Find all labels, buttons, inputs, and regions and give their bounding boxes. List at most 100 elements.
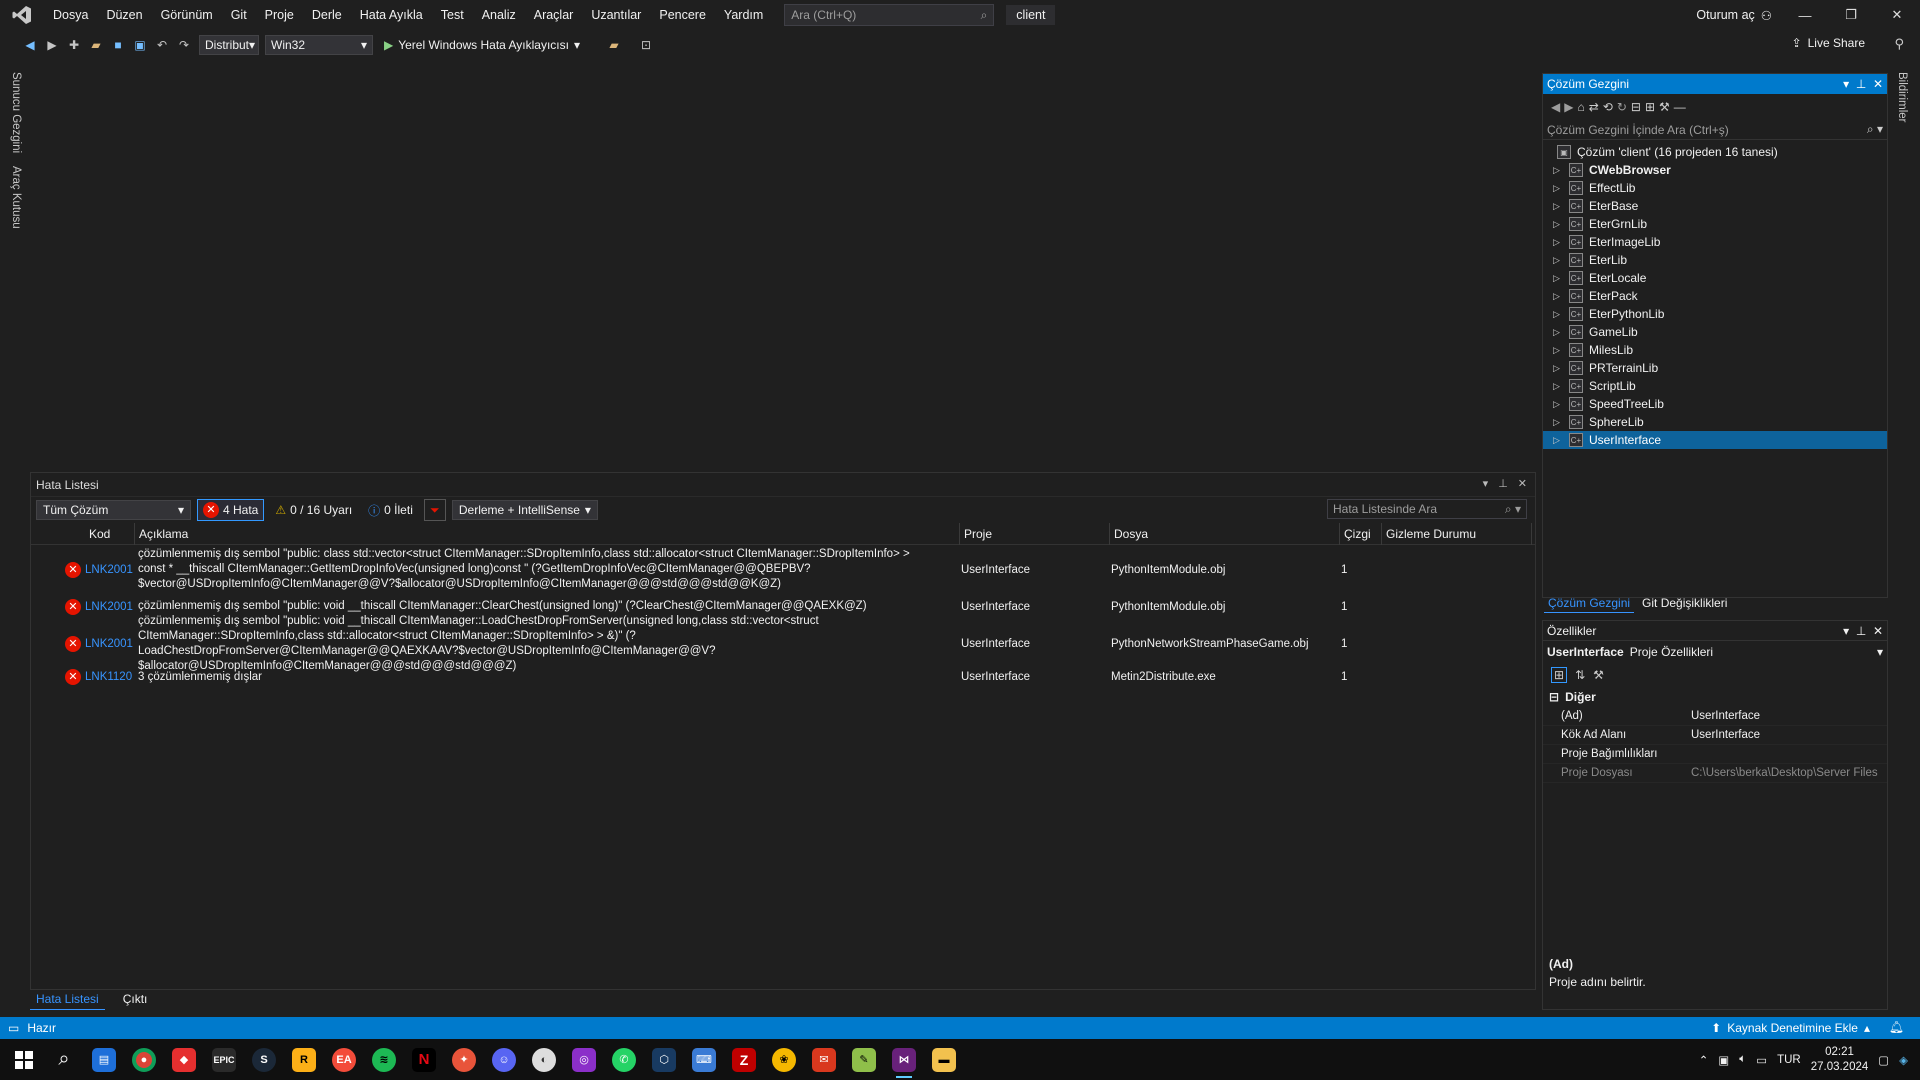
network-icon[interactable]: ▭	[1756, 1053, 1767, 1067]
column-header-suppression[interactable]: Gizleme Durumu	[1382, 522, 1532, 545]
tree-item-project[interactable]: ▷ C+ UserInterface	[1543, 431, 1887, 449]
switch-views-icon[interactable]: ⇄	[1589, 100, 1599, 114]
error-code-link[interactable]: LNK2001	[85, 601, 135, 613]
language-indicator[interactable]: TUR	[1777, 1054, 1801, 1066]
column-header-code[interactable]: Kod	[85, 522, 135, 545]
virtualbox-icon[interactable]: ⬡	[644, 1039, 684, 1080]
tab-error-list[interactable]: Hata Listesi	[30, 990, 105, 1010]
error-code-link[interactable]: LNK2001	[85, 638, 135, 650]
redo-icon[interactable]: ↷	[174, 35, 194, 55]
scope-dropdown[interactable]: Tüm Çözüm ▾	[36, 500, 191, 520]
expand-arrow-icon[interactable]: ▷	[1553, 237, 1569, 248]
menu-item[interactable]: Yardım	[715, 0, 772, 30]
pin-icon[interactable]: ⊥	[1498, 477, 1508, 490]
expand-arrow-icon[interactable]: ▷	[1553, 255, 1569, 266]
volume-icon[interactable]: 🔈︎	[1739, 1053, 1746, 1066]
configuration-dropdown[interactable]: Distribut ▾	[199, 35, 259, 55]
tree-item-project[interactable]: ▷ C+ MilesLib	[1543, 341, 1887, 359]
messages-filter-button[interactable]: ⓘ 0 İleti	[363, 499, 418, 521]
tree-item-project[interactable]: ▷ C+ PRTerrainLib	[1543, 359, 1887, 377]
epic-games-icon[interactable]: EPIC	[204, 1039, 244, 1080]
tree-item-project[interactable]: ▷ C+ SpeedTreeLib	[1543, 395, 1887, 413]
tree-item-project[interactable]: ▷ C+ ScriptLib	[1543, 377, 1887, 395]
close-button[interactable]: ✕	[1874, 0, 1920, 30]
property-row[interactable]: (Ad) UserInterface	[1543, 707, 1887, 726]
dropdown-icon[interactable]: ▾	[1483, 477, 1489, 490]
spotify-icon[interactable]: ≋	[364, 1039, 404, 1080]
toolbox-tab[interactable]: Araç Kutusu	[10, 166, 22, 229]
notifications-tab[interactable]: Bildirimler	[1896, 72, 1908, 122]
property-category[interactable]: ⊟ Diğer	[1543, 687, 1887, 707]
property-pages-icon[interactable]: ⚒	[1593, 668, 1604, 682]
menu-item[interactable]: Düzen	[97, 0, 151, 30]
start-debugging-button[interactable]: ▶ Yerel Windows Hata Ayıklayıcısı ▾	[384, 38, 580, 52]
netflix-icon[interactable]: N	[404, 1039, 444, 1080]
menu-item[interactable]: Hata Ayıkla	[351, 0, 432, 30]
menu-item[interactable]: Derle	[303, 0, 351, 30]
tree-item-project[interactable]: ▷ C+ SphereLib	[1543, 413, 1887, 431]
categorized-icon[interactable]: ⊞	[1551, 667, 1568, 683]
display-icon[interactable]: ▣	[1718, 1053, 1729, 1067]
platform-dropdown[interactable]: Win32 ▾	[265, 35, 373, 55]
solution-root[interactable]: ▣ Çözüm 'client' (16 projeden 16 tanesi)	[1543, 143, 1887, 161]
tab-output[interactable]: Çıktı	[117, 990, 154, 1010]
notification-bell-icon[interactable]: 🔔︎	[1889, 1020, 1904, 1034]
expand-arrow-icon[interactable]: ▷	[1553, 327, 1569, 338]
expand-arrow-icon[interactable]: ▷	[1553, 219, 1569, 230]
panel-controls[interactable]: ▾ ⊥ ✕	[1843, 624, 1883, 638]
vpn-app-icon[interactable]: ✦	[444, 1039, 484, 1080]
signin-button[interactable]: Oturum aç ⚇	[1696, 0, 1772, 30]
feedback-icon[interactable]: ⚲	[1894, 36, 1904, 52]
filter-toggle-button[interactable]: ⏷	[423, 499, 446, 521]
visual-studio-logo-icon[interactable]	[0, 0, 44, 30]
search-input[interactable]: Ara (Ctrl+Q) ⌕	[784, 4, 995, 26]
error-row[interactable]: ✕ LNK2001 çözümlenmemiş dış sembol "public…	[31, 545, 1535, 594]
tree-item-project[interactable]: ▷ C+ EterLocale	[1543, 269, 1887, 287]
tree-item-project[interactable]: ▷ C+ CWebBrowser	[1543, 161, 1887, 179]
start-button[interactable]	[4, 1039, 44, 1080]
minimize-button[interactable]: —	[1782, 0, 1828, 30]
clock[interactable]: 02:21 27.03.2024	[1811, 1045, 1869, 1075]
property-row[interactable]: Proje Bağımlılıkları	[1543, 745, 1887, 764]
menu-item[interactable]: Git	[222, 0, 256, 30]
build-filter-dropdown[interactable]: Derleme + IntelliSense ▾	[451, 500, 598, 520]
tab-git-changes[interactable]: Git Değişiklikleri	[1638, 594, 1731, 613]
save-icon[interactable]: ■	[108, 35, 128, 55]
new-project-icon[interactable]: ✚	[64, 35, 84, 55]
expand-arrow-icon[interactable]: ▷	[1553, 345, 1569, 356]
whatsapp-icon[interactable]: ✆	[604, 1039, 644, 1080]
expand-arrow-icon[interactable]: ▷	[1553, 435, 1569, 446]
rockstar-icon[interactable]: R	[284, 1039, 324, 1080]
error-row[interactable]: ✕ LNK2001 çözümlenmemiş dış sembol "public…	[31, 615, 1535, 672]
expand-arrow-icon[interactable]: ▷	[1553, 273, 1569, 284]
expand-arrow-icon[interactable]: ▷	[1553, 417, 1569, 428]
expand-arrow-icon[interactable]: ▷	[1553, 363, 1569, 374]
alphabetical-icon[interactable]: ⇅	[1575, 668, 1585, 682]
error-code-link[interactable]: LNK2001	[85, 564, 135, 576]
tree-item-project[interactable]: ▷ C+ EterImageLib	[1543, 233, 1887, 251]
notepad-plus-plus-icon[interactable]: ✎	[844, 1039, 884, 1080]
error-list-search-input[interactable]: Hata Listesinde Ara ⌕ ▾	[1327, 499, 1527, 519]
expand-arrow-icon[interactable]: ▷	[1553, 291, 1569, 302]
expand-arrow-icon[interactable]: ▷	[1553, 399, 1569, 410]
screen-recorder-icon[interactable]: ◎	[564, 1039, 604, 1080]
menu-item[interactable]: Dosya	[44, 0, 97, 30]
menu-item[interactable]: Görünüm	[152, 0, 222, 30]
chrome-icon[interactable]: ●	[124, 1039, 164, 1080]
undo-icon[interactable]: ↶	[152, 35, 172, 55]
visual-studio-taskbar-icon[interactable]: ⋈	[884, 1039, 924, 1080]
tree-item-project[interactable]: ▷ C+ EterBase	[1543, 197, 1887, 215]
refresh-icon[interactable]: ↻	[1617, 100, 1627, 114]
show-hidden-icons-icon[interactable]: ⌃	[1699, 1053, 1709, 1067]
solution-explorer-search-input[interactable]: Çözüm Gezgini İçinde Ara (Ctrl+ş) ⌕ ▾	[1543, 120, 1887, 140]
history-icon[interactable]: ⟲	[1603, 100, 1613, 114]
properties-icon[interactable]: ⚒	[1659, 100, 1670, 114]
save-all-icon[interactable]: ▣	[130, 35, 150, 55]
column-header-description[interactable]: Açıklama	[135, 522, 960, 545]
menu-item[interactable]: Analiz	[473, 0, 525, 30]
tree-item-project[interactable]: ▷ C+ EterPythonLib	[1543, 305, 1887, 323]
home-icon[interactable]: ⌂	[1577, 100, 1584, 114]
error-row[interactable]: ✕ LNK1120 3 çözümlenmemiş dışlar UserInterf…	[31, 668, 1535, 686]
expand-arrow-icon[interactable]: ▷	[1553, 381, 1569, 392]
tree-item-project[interactable]: ▷ C+ GameLib	[1543, 323, 1887, 341]
